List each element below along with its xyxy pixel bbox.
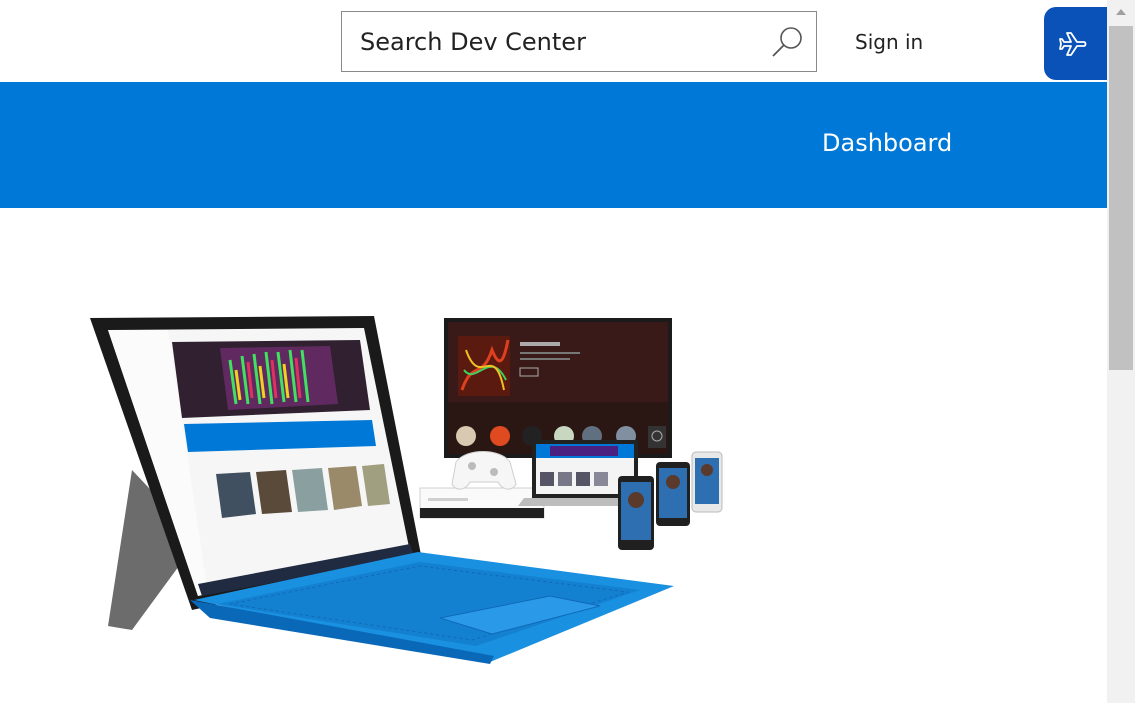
tv-screen (444, 318, 672, 458)
search-box[interactable] (341, 11, 817, 72)
vertical-scrollbar[interactable] (1107, 0, 1135, 703)
nav-band: Dashboard (0, 82, 1107, 208)
search-input[interactable] (342, 12, 762, 71)
nav-dashboard-link[interactable]: Dashboard (822, 129, 952, 157)
scrollbar-thumb[interactable] (1109, 26, 1133, 370)
devices-illustration (80, 300, 740, 680)
site-header: Sign in (0, 0, 1108, 82)
feedback-button[interactable] (1044, 7, 1108, 80)
scroll-up-arrow-icon[interactable] (1107, 0, 1135, 24)
sign-in-link[interactable]: Sign in (855, 30, 923, 54)
search-icon[interactable] (770, 24, 806, 60)
page: Sign in Dashboard (0, 0, 1135, 703)
